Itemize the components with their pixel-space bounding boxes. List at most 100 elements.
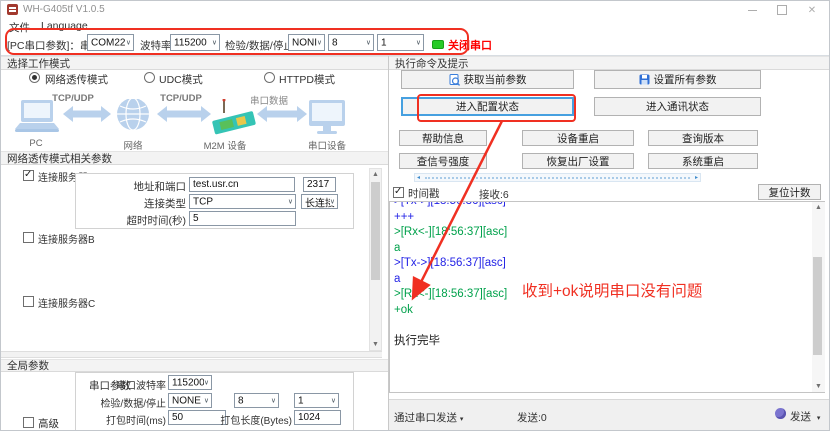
address-input[interactable]	[189, 177, 295, 192]
server-b-label: 连接服务器B	[38, 231, 95, 246]
query-version-button[interactable]: 查询版本	[648, 130, 758, 146]
get-params-label: 获取当前参数	[464, 72, 527, 87]
factory-reset-label: 恢复出厂设置	[547, 154, 610, 169]
timestamp-label: 时间戳	[408, 186, 440, 201]
work-mode-header-label: 选择工作模式	[7, 56, 70, 71]
server-a-checkbox[interactable]	[23, 170, 34, 181]
network-globe-icon	[117, 99, 149, 130]
radio-udc-mode[interactable]	[144, 72, 155, 83]
topology-diagram	[11, 99, 361, 139]
serial-parity-value: NONE	[172, 395, 201, 406]
conn-type-value: TCP	[193, 196, 213, 207]
serial-baud-select[interactable]: 115200 ∨	[168, 375, 212, 390]
close-port-button[interactable]: 关闭串口	[448, 37, 492, 53]
scrollbar-thumb[interactable]	[813, 257, 822, 355]
left-vertical-scrollbar[interactable]: ▲ ▼	[369, 168, 382, 351]
serial-databits-select[interactable]: 8 ∨	[234, 393, 279, 408]
send-button[interactable]: 发送 ▾	[790, 409, 820, 424]
title-bar: WH-G405tf V1.0.5 ✕	[1, 1, 829, 19]
scroll-down-icon[interactable]: ▼	[370, 339, 381, 350]
menu-file[interactable]: 文件	[9, 20, 30, 35]
port-open-led-icon	[432, 40, 444, 49]
send-via-dropdown[interactable]: 通过串口发送 ▾	[394, 410, 463, 425]
chevron-down-icon: ▾	[460, 416, 464, 423]
net-params-header-label: 网络透传模式相关参数	[7, 151, 112, 166]
app-logo-icon	[7, 4, 18, 15]
chevron-down-icon: ∨	[204, 396, 209, 404]
serial-parity-label: 检验/数据/停止	[86, 395, 166, 410]
scroll-up-icon[interactable]: ▲	[370, 169, 381, 180]
baud-select[interactable]: 115200 ∨	[170, 34, 220, 51]
server-b-checkbox[interactable]	[23, 232, 34, 243]
signal-strength-label: 查信号强度	[417, 154, 470, 169]
pc-laptop-icon	[15, 100, 59, 132]
pack-len-input[interactable]	[294, 410, 341, 425]
enter-config-button[interactable]: 进入配置状态	[401, 97, 574, 116]
pc-label: PC	[16, 138, 56, 149]
set-params-label: 设置所有参数	[654, 72, 717, 87]
scroll-down-icon[interactable]: ▼	[812, 381, 825, 392]
reset-count-button[interactable]: 复位计数	[758, 184, 821, 200]
timestamp-checkbox[interactable]	[393, 187, 404, 198]
m2m-device-icon	[212, 99, 256, 135]
radio-httpd-mode[interactable]	[264, 72, 275, 83]
menu-language[interactable]: Language	[41, 20, 88, 32]
com-port-select[interactable]: COM22 ∨	[87, 34, 134, 51]
advanced-checkbox[interactable]	[23, 417, 34, 428]
keepalive-select[interactable]: 长连接 ∨	[301, 194, 338, 209]
right-horizontal-scrollbar[interactable]: ◂ ▸	[414, 173, 701, 182]
scroll-up-icon[interactable]: ▲	[812, 202, 825, 213]
scroll-left-icon[interactable]: ◂	[417, 174, 420, 182]
radio-transparent-mode[interactable]	[29, 72, 40, 83]
radio-udc-label: UDC模式	[159, 72, 203, 87]
enter-config-label: 进入配置状态	[456, 99, 519, 114]
commands-header: 执行命令及提示	[389, 56, 830, 70]
help-button[interactable]: 帮助信息	[399, 130, 487, 146]
serial-stopbits-select[interactable]: 1 ∨	[294, 393, 339, 408]
send-status-bar: 通过串口发送 ▾ 发送:0	[389, 399, 830, 431]
serial-device-label: 串口设备	[297, 138, 357, 152]
left-horizontal-scrollbar[interactable]	[1, 351, 382, 358]
stopbits-select[interactable]: 1 ∨	[377, 34, 424, 51]
send-network-icon	[775, 408, 786, 419]
radio-httpd-label: HTTPD模式	[279, 72, 335, 87]
chevron-down-icon: ∨	[126, 38, 131, 46]
enter-comm-button[interactable]: 进入通讯状态	[594, 97, 761, 116]
baud-label: 波特率	[140, 38, 172, 53]
red-annotation-text: 收到+ok说明串口没有问题	[522, 279, 702, 301]
system-reboot-button[interactable]: 系统重启	[648, 153, 758, 169]
close-window-button[interactable]: ✕	[797, 1, 827, 19]
factory-reset-button[interactable]: 恢复出厂设置	[522, 153, 634, 169]
timeout-input[interactable]	[189, 211, 296, 226]
chevron-down-icon: ▾	[817, 415, 821, 422]
port-input[interactable]	[303, 177, 336, 192]
document-search-icon	[449, 74, 460, 86]
log-vertical-scrollbar[interactable]: ▲ ▼	[812, 202, 825, 392]
baud-value: 115200	[174, 37, 207, 48]
device-reboot-button[interactable]: 设备重启	[522, 130, 634, 146]
advanced-label: 高级	[38, 416, 59, 431]
pack-time-label: 打包时间(ms)	[96, 412, 166, 427]
address-label: 地址和端口	[86, 179, 186, 194]
scroll-right-icon[interactable]: ▸	[695, 174, 698, 182]
minimize-button[interactable]	[737, 1, 767, 19]
maximize-button[interactable]	[767, 1, 797, 19]
chevron-down-icon: ∨	[317, 38, 322, 46]
chevron-down-icon: ∨	[204, 378, 209, 386]
sent-count: 发送:0	[517, 410, 547, 425]
set-params-button[interactable]: 设置所有参数	[594, 70, 761, 89]
server-c-label: 连接服务器C	[38, 295, 95, 310]
get-params-button[interactable]: 获取当前参数	[401, 70, 574, 89]
databits-select[interactable]: 8 ∨	[328, 34, 374, 51]
scrollbar-thumb[interactable]	[371, 182, 380, 280]
signal-strength-button[interactable]: 查信号强度	[399, 153, 487, 169]
global-params-header: 全局参数	[1, 359, 388, 372]
arrow-icon	[157, 106, 211, 122]
stopbits-value: 1	[381, 37, 387, 48]
parity-select[interactable]: NONI ∨	[288, 34, 325, 51]
serial-parity-select[interactable]: NONE ∨	[168, 393, 212, 408]
conn-type-select[interactable]: TCP ∨	[189, 194, 296, 209]
server-c-checkbox[interactable]	[23, 296, 34, 307]
log-lines: >[Tx->][18:56:36][asc]+++>[Rx<-][18:56:3…	[390, 201, 824, 349]
chevron-down-icon: ∨	[212, 38, 217, 46]
